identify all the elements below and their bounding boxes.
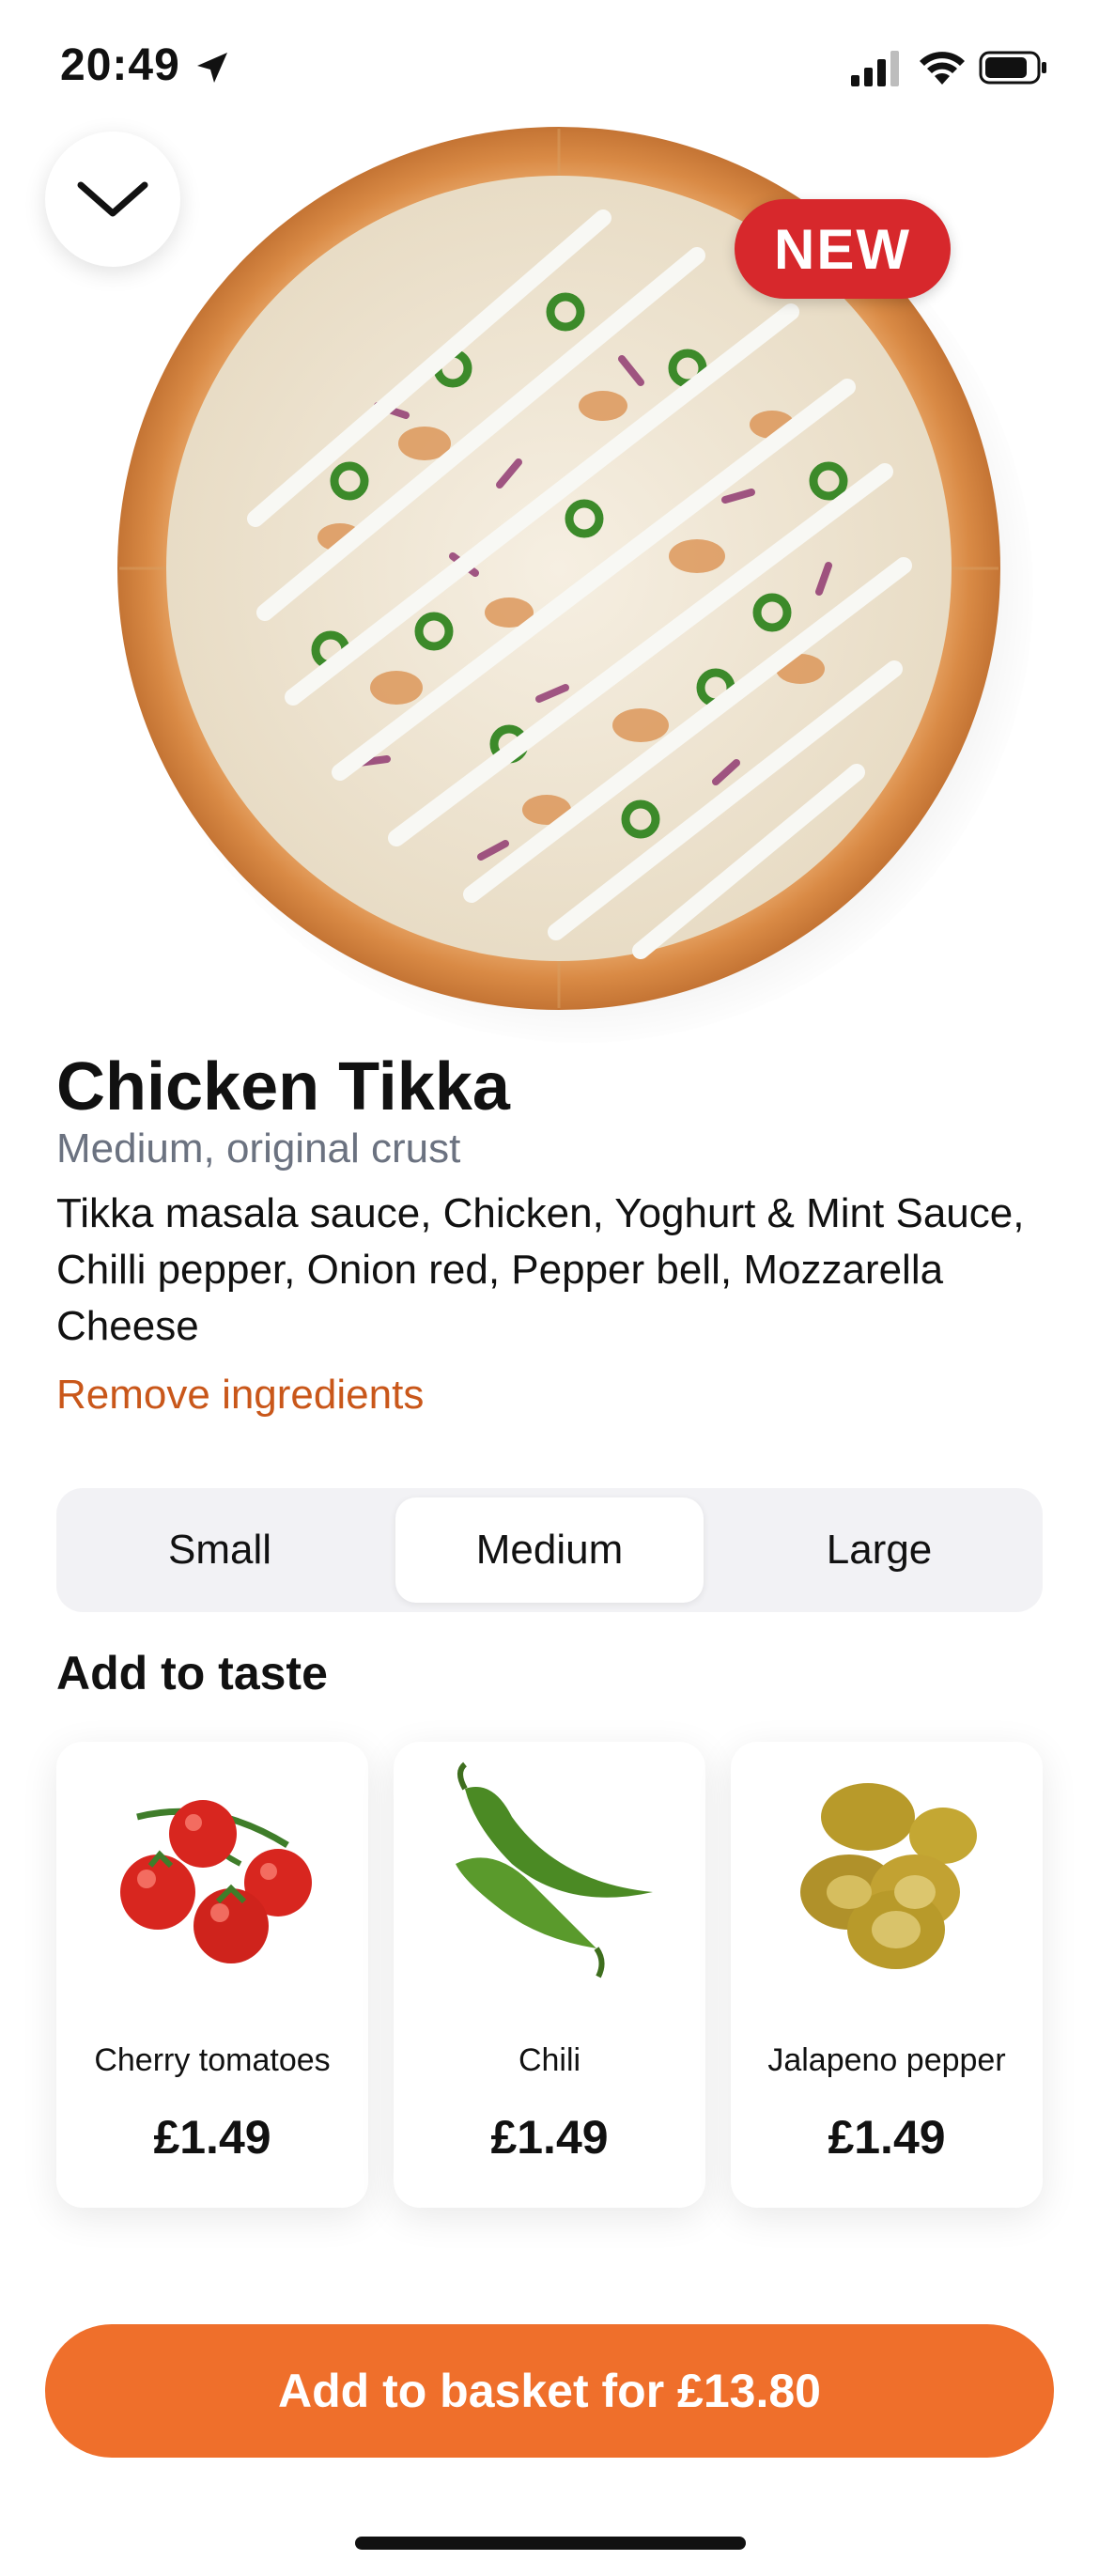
topping-price: £1.49 (828, 2111, 946, 2164)
remove-ingredients-link[interactable]: Remove ingredients (56, 1372, 424, 1419)
home-indicator[interactable] (355, 2537, 746, 2550)
size-selector: Small Medium Large (56, 1488, 1043, 1612)
battery-icon (979, 51, 1046, 85)
status-bar: 20:49 (0, 0, 1099, 132)
topping-card-jalapeno-pepper[interactable]: Jalapeno pepper £1.49 (731, 1742, 1043, 2208)
topping-name: Chili (518, 2042, 581, 2078)
add-to-taste-heading: Add to taste (56, 1647, 328, 1699)
status-time: 20:49 (60, 40, 180, 90)
cellular-signal-icon (851, 51, 899, 86)
size-option-small[interactable]: Small (66, 1497, 374, 1603)
topping-card-chili[interactable]: Chili £1.49 (394, 1742, 705, 2208)
topping-name: Cherry tomatoes (94, 2042, 331, 2078)
size-option-large[interactable]: Large (725, 1497, 1033, 1603)
cherry-tomatoes-icon (120, 1800, 312, 1963)
product-ingredients: Tikka masala sauce, Chicken, Yoghurt & M… (56, 1190, 1025, 1349)
chili-icon (456, 1761, 653, 1979)
product-variant: Medium, original crust (56, 1125, 461, 1172)
location-arrow-icon (197, 53, 227, 83)
collapse-button[interactable] (45, 132, 180, 267)
topping-price: £1.49 (153, 2111, 271, 2164)
new-badge: NEW (735, 199, 951, 299)
size-option-medium[interactable]: Medium (395, 1497, 704, 1603)
jalapeno-icon (800, 1783, 977, 1969)
topping-card-cherry-tomatoes[interactable]: Cherry tomatoes £1.49 (56, 1742, 368, 2208)
chevron-down-icon (77, 181, 148, 217)
add-to-basket-button[interactable]: Add to basket for £13.80 (45, 2324, 1054, 2458)
product-title: Chicken Tikka (56, 1049, 510, 1125)
wifi-icon (920, 52, 965, 85)
topping-name: Jalapeno pepper (767, 2042, 1006, 2078)
topping-price: £1.49 (490, 2111, 609, 2164)
